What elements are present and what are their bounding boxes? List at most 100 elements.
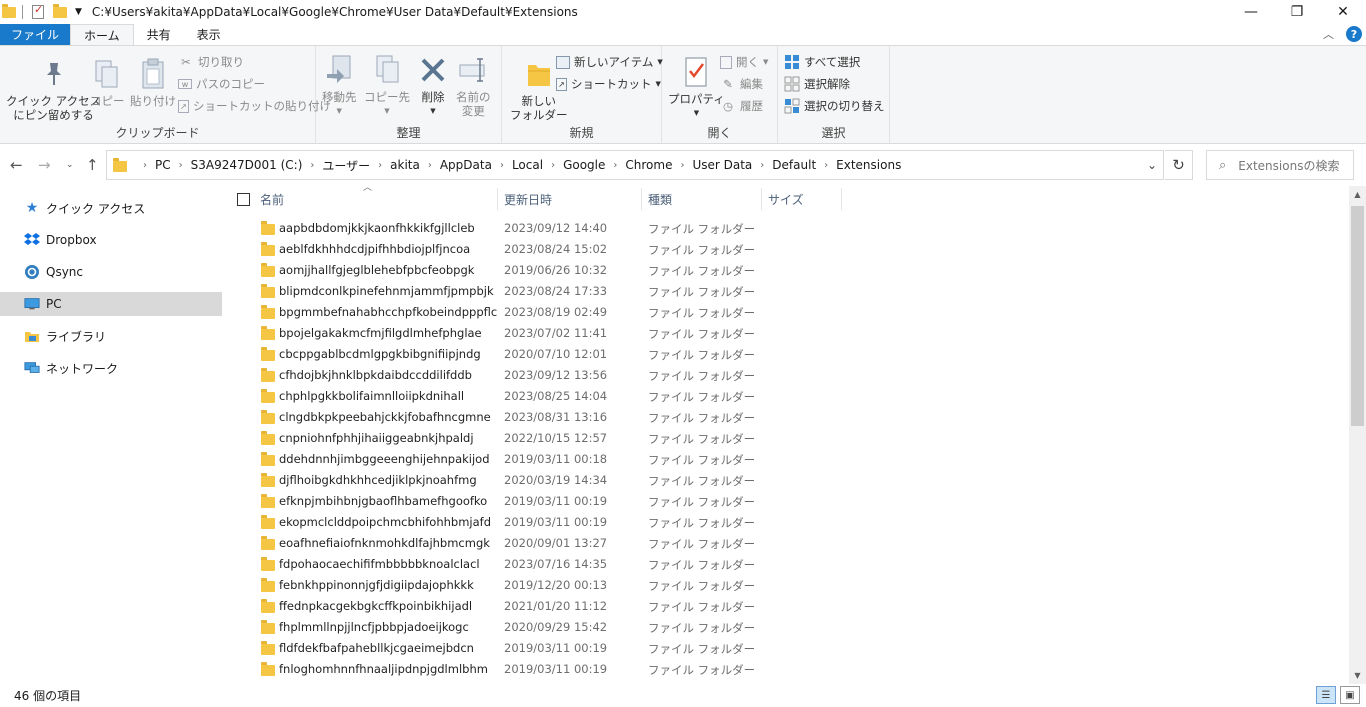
scrollbar-thumb[interactable] (1351, 206, 1364, 426)
breadcrumb-chevron-icon[interactable]: › (760, 160, 764, 171)
table-row[interactable]: aeblfdkhhhdcdjpifhhbdiojplfjncoa 2023/08/… (230, 239, 1348, 260)
large-icons-view-icon[interactable]: ▣ (1340, 686, 1360, 704)
breadcrumb-chevron-icon[interactable]: › (551, 160, 555, 171)
column-header-date[interactable]: 更新日時 (504, 191, 552, 208)
column-header-name[interactable]: 名前 (260, 191, 284, 208)
breadcrumb-item[interactable]: Default (772, 158, 816, 172)
sidebar-item-network[interactable]: ネットワーク (0, 356, 222, 380)
table-row[interactable]: fldfdekfbafpahebllkjcgaeimejbdcn 2019/03/… (230, 638, 1348, 659)
new-item-button[interactable]: 新しいアイテム ▼ (556, 54, 663, 70)
table-row[interactable]: djflhoibgkdhkhhcedjiklpkjnoahfmg 2020/03/… (230, 470, 1348, 491)
paste-button[interactable]: 貼り付け (130, 58, 176, 108)
easy-access-button[interactable]: ↗ ショートカット ▼ (556, 76, 661, 92)
tab-view[interactable]: 表示 (184, 24, 234, 45)
sidebar-item-qsync[interactable]: Qsync (0, 260, 222, 284)
table-row[interactable]: fdpohaocaechififmbbbbbknoalclacl 2023/07/… (230, 554, 1348, 575)
copy-button[interactable]: コピー (90, 58, 125, 108)
invert-selection-button[interactable]: 選択の切り替え (784, 98, 885, 114)
select-all-button[interactable]: すべて選択 (784, 54, 860, 70)
table-row[interactable]: chphlpgkkbolifaimnlloiipkdnihall 2023/08/… (230, 386, 1348, 407)
column-divider[interactable] (641, 188, 642, 210)
table-row[interactable]: clngdbkpkpeebahjckkjfobafhncgmne 2023/08/… (230, 407, 1348, 428)
breadcrumb-chevron-icon[interactable]: › (179, 160, 183, 171)
scroll-down-arrow-icon[interactable]: ▼ (1349, 667, 1366, 684)
collapse-ribbon-icon[interactable]: ︿ (1323, 26, 1334, 42)
breadcrumb-item[interactable]: Extensions (836, 158, 901, 172)
column-divider[interactable] (761, 188, 762, 210)
customize-toolbar-arrow-icon[interactable]: ▼ (75, 7, 82, 17)
table-row[interactable]: eoafhnefiaiofnknmohkdlfajhbmcmgk 2020/09/… (230, 533, 1348, 554)
tab-file[interactable]: ファイル (0, 24, 71, 45)
table-row[interactable]: aapbdbdomjkkjkaonfhkkikfgjllcleb 2023/09/… (230, 218, 1348, 239)
new-folder-icon[interactable] (53, 3, 67, 18)
table-row[interactable]: ekopmclclddpoipchmcbhifohhbmjafd 2019/03/… (230, 512, 1348, 533)
table-row[interactable]: bpgmmbefnahabhcchpfkobeindpppflc 2023/08/… (230, 302, 1348, 323)
move-to-button[interactable]: 移動先 ▼ (322, 54, 357, 118)
breadcrumb-chevron-icon[interactable]: › (310, 160, 314, 171)
breadcrumb-item[interactable]: Chrome (625, 158, 672, 172)
sidebar-item-dropbox[interactable]: Dropbox (0, 228, 222, 252)
table-row[interactable]: blipmdconlkpinefehnmjammfjpmpbjk 2023/08/… (230, 281, 1348, 302)
help-icon[interactable]: ? (1346, 26, 1362, 42)
forward-arrow-icon[interactable]: → (38, 156, 51, 174)
table-row[interactable]: bpojelgakakmcfmjfilgdlmhefphglae 2023/07/… (230, 323, 1348, 344)
column-divider[interactable] (841, 188, 842, 210)
back-arrow-icon[interactable]: ← (10, 156, 23, 174)
properties-icon[interactable] (32, 3, 44, 19)
table-row[interactable]: cbcppgablbcdmlgpgkbibgnifiipjndg 2020/07/… (230, 344, 1348, 365)
table-row[interactable]: efknpjmbihbnjgbaoflhbamefhgoofko 2019/03/… (230, 491, 1348, 512)
sidebar-item-libraries[interactable]: ライブラリ (0, 324, 222, 348)
breadcrumb-item[interactable]: PC (155, 158, 171, 172)
breadcrumb-chevron-icon[interactable]: › (143, 160, 147, 171)
breadcrumb-chevron-icon[interactable]: › (680, 160, 684, 171)
rename-button[interactable]: 名前の 変更 (456, 54, 491, 118)
tab-home[interactable]: ホーム (70, 24, 134, 45)
breadcrumb-chevron-icon[interactable]: › (378, 160, 382, 171)
table-row[interactable]: fnloghomhnnfhnaaljipdnpjgdlmlbhm 2019/03/… (230, 659, 1348, 680)
select-none-button[interactable]: 選択解除 (784, 76, 850, 92)
table-row[interactable]: aomjjhallfgjeglblehebfpbcfeobpgk 2019/06/… (230, 260, 1348, 281)
sidebar-item-quick-access[interactable]: ★ クイック アクセス (0, 196, 222, 220)
table-row[interactable]: cnpniohnfphhjihaiiggeabnkjhpaldj 2022/10/… (230, 428, 1348, 449)
vertical-scrollbar[interactable]: ▲ ▼ (1349, 186, 1366, 684)
breadcrumb-item[interactable]: S3A9247D001 (C:) (191, 158, 303, 172)
breadcrumb-item[interactable]: Local (512, 158, 543, 172)
address-dropdown-icon[interactable]: ⌄ (1147, 158, 1157, 172)
tab-share[interactable]: 共有 (134, 24, 184, 45)
breadcrumb-chevron-icon[interactable]: › (428, 160, 432, 171)
breadcrumb-item[interactable]: Google (563, 158, 605, 172)
open-button[interactable]: 開く ▼ (720, 54, 768, 70)
table-row[interactable]: fhplmmllnpjjlncfjpbbpjadoeijkogc 2020/09/… (230, 617, 1348, 638)
close-button[interactable]: ✕ (1320, 0, 1366, 24)
table-row[interactable]: ffednpkacgekbgkcffkpoinbikhijadl 2021/01/… (230, 596, 1348, 617)
paste-shortcut-button[interactable]: ↗ ショートカットの貼り付け (178, 98, 331, 114)
breadcrumb-chevron-icon[interactable]: › (500, 160, 504, 171)
column-divider[interactable] (497, 188, 498, 210)
properties-button[interactable]: プロパティ ▼ (668, 56, 725, 120)
table-row[interactable]: cfhdojbkjhnklbpkdaibdccddilifddb 2023/09/… (230, 365, 1348, 386)
history-button[interactable]: ◷ 履歴 (720, 98, 763, 114)
table-row[interactable]: febnkhppinonnjgfjdigiipdajophkkk 2019/12/… (230, 575, 1348, 596)
copy-path-button[interactable]: w パスのコピー (178, 76, 265, 92)
breadcrumb-chevron-icon[interactable]: › (613, 160, 617, 171)
cut-button[interactable]: ✂ 切り取り (178, 54, 244, 70)
details-view-icon[interactable]: ☰ (1316, 686, 1336, 704)
recent-locations-icon[interactable]: ⌄ (66, 160, 74, 170)
breadcrumb-chevron-icon[interactable]: › (824, 160, 828, 171)
table-row[interactable]: ddehdnnhjimbggeeenghijehnpakijod 2019/03/… (230, 449, 1348, 470)
up-arrow-icon[interactable]: ↑ (86, 156, 99, 174)
search-box[interactable]: ⌕ Extensionsの検索 (1206, 150, 1354, 180)
refresh-button[interactable]: ↻ (1165, 150, 1193, 180)
breadcrumb-item[interactable]: ユーザー (322, 157, 370, 174)
column-header-type[interactable]: 種類 (648, 191, 672, 208)
breadcrumb-item[interactable]: User Data (692, 158, 752, 172)
breadcrumb-item[interactable]: AppData (440, 158, 492, 172)
sidebar-item-pc[interactable]: PC (0, 292, 222, 316)
address-bar[interactable]: › PC › S3A9247D001 (C:) › ユーザー › akita › AppData ›… (106, 150, 1164, 180)
maximize-button[interactable]: ❐ (1274, 0, 1320, 24)
copy-to-button[interactable]: コピー先 ▼ (364, 54, 410, 118)
edit-button[interactable]: ✎ 編集 (720, 76, 763, 92)
breadcrumb-item[interactable]: akita (390, 158, 420, 172)
column-header-size[interactable]: サイズ (768, 191, 804, 208)
delete-button[interactable]: 削除 ▼ (418, 54, 448, 118)
